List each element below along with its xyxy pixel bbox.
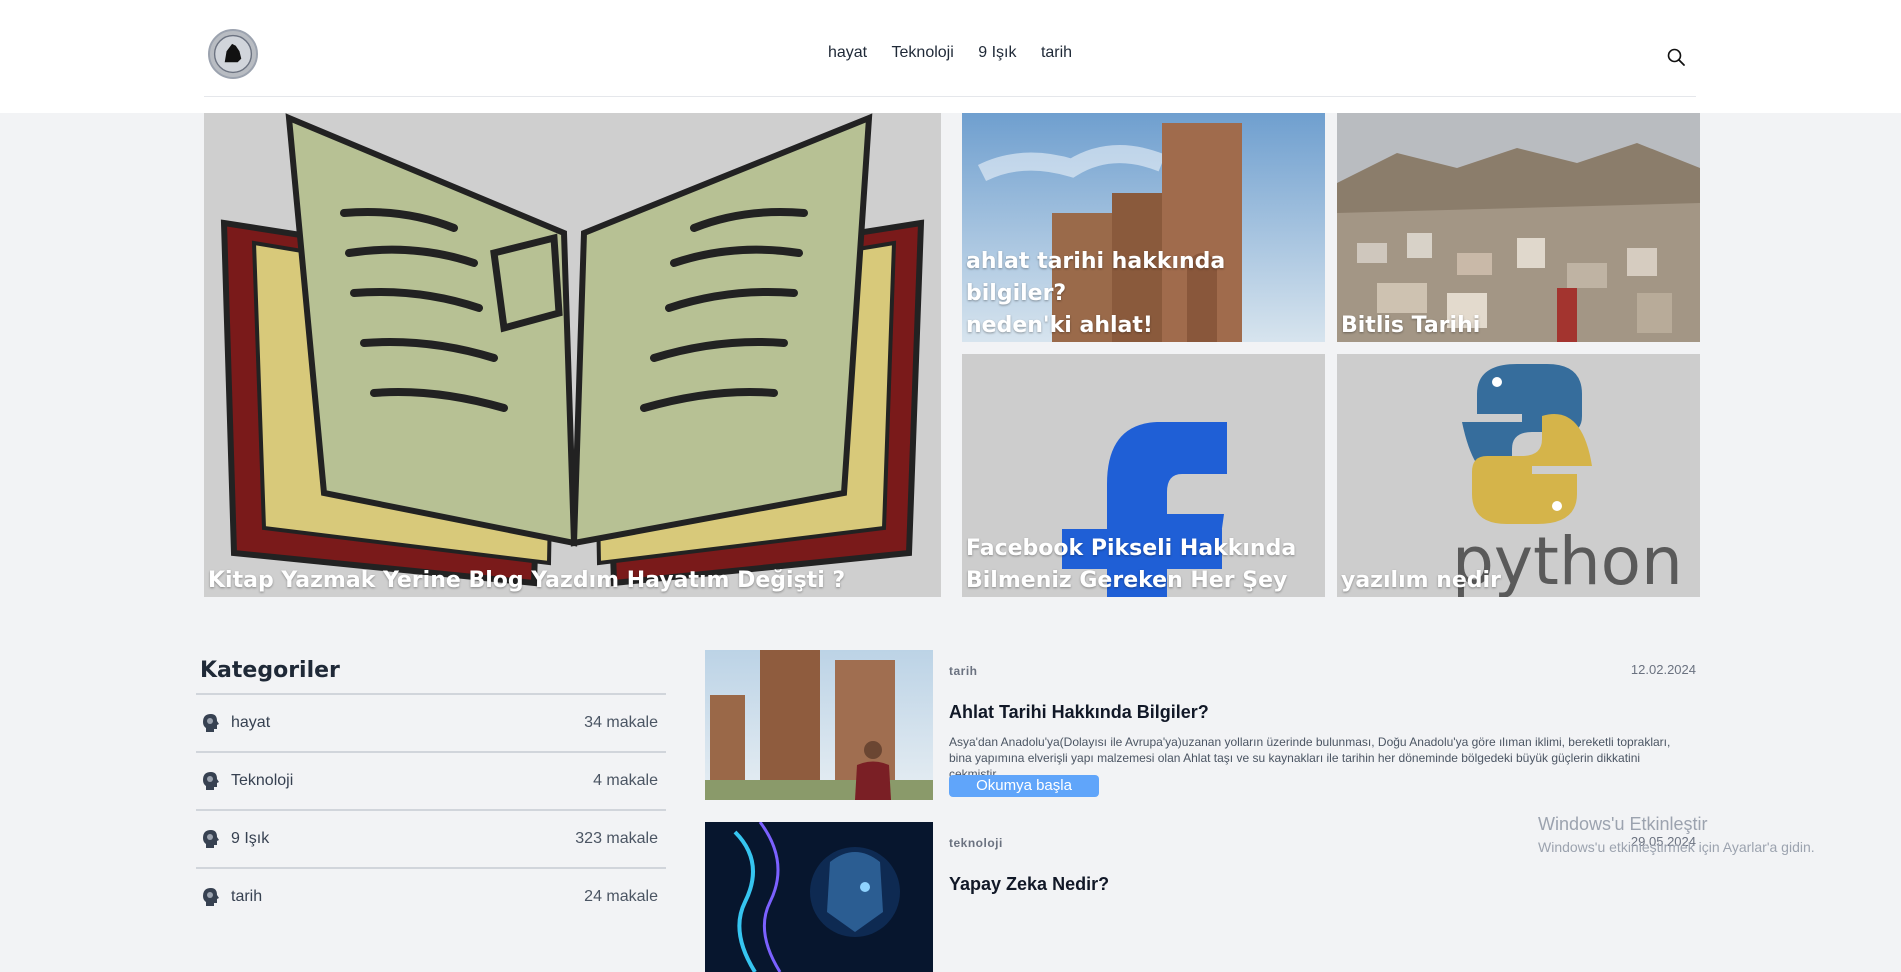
header-bar: hayat Teknoloji 9 Işık tarih <box>204 0 1696 97</box>
search-icon[interactable] <box>1666 47 1686 67</box>
book-image <box>204 113 941 597</box>
main-nav: hayat Teknoloji 9 Işık tarih <box>204 44 1696 62</box>
category-count: 34 makale <box>584 714 658 731</box>
featured-python-post[interactable]: python yazılım nedir <box>1337 354 1700 597</box>
featured-facebook-title-line1: Facebook Pikseli Hakkında <box>966 536 1297 561</box>
featured-main-title[interactable]: Kitap Yazmak Yerine Blog Yazdım Hayatım … <box>208 565 845 597</box>
category-count: 24 makale <box>584 888 658 905</box>
post-category[interactable]: tarih <box>949 664 978 678</box>
category-item-hayat[interactable]: hayat 34 makale <box>196 693 666 751</box>
featured-ahlat-title[interactable]: ahlat tarihi hakkında bilgiler? neden'ki… <box>966 246 1325 342</box>
windows-activation-watermark: Windows'u Etkinleştir Windows'u etkinleş… <box>1538 814 1815 855</box>
post-thumbnail[interactable] <box>705 822 933 972</box>
nav-link-teknoloji[interactable]: Teknoloji <box>892 44 954 61</box>
watermark-title: Windows'u Etkinleştir <box>1538 814 1708 834</box>
featured-facebook-post[interactable]: Facebook Pikseli Hakkında Bilmeniz Gerek… <box>962 354 1325 597</box>
featured-ahlat-title-line1: ahlat tarihi hakkında bilgiler? <box>966 249 1226 306</box>
post-category[interactable]: teknoloji <box>949 836 1003 850</box>
post-card: tarih 12.02.2024 Ahlat Tarihi Hakkında B… <box>705 650 1696 800</box>
post-date: 12.02.2024 <box>1630 662 1696 677</box>
site-header: hayat Teknoloji 9 Işık tarih <box>0 0 1901 113</box>
featured-facebook-title-line2: Bilmeniz Gereken Her Şey <box>966 568 1288 593</box>
nav-link-9-isik[interactable]: 9 Işık <box>978 44 1016 61</box>
post-thumbnail[interactable] <box>705 650 933 800</box>
featured-ahlat-title-line2: neden'ki ahlat! <box>966 313 1153 338</box>
category-count: 323 makale <box>575 830 658 847</box>
head-icon <box>203 830 219 848</box>
head-icon <box>203 888 219 906</box>
nav-link-tarih[interactable]: tarih <box>1041 44 1072 61</box>
categories-heading: Kategoriler <box>200 658 340 683</box>
head-icon <box>203 772 219 790</box>
head-icon <box>203 714 219 732</box>
featured-bitlis-post[interactable]: Bitlis Tarihi <box>1337 113 1700 342</box>
ai-post-image <box>705 822 933 972</box>
category-name: hayat <box>231 714 271 731</box>
category-item-tarih[interactable]: tarih 24 makale <box>196 867 666 925</box>
category-item-9-isik[interactable]: 9 Işık 323 makale <box>196 809 666 867</box>
featured-bitlis-title[interactable]: Bitlis Tarihi <box>1341 310 1480 342</box>
post-title[interactable]: Ahlat Tarihi Hakkında Bilgiler? <box>949 702 1209 723</box>
category-name: 9 Işık <box>231 830 270 847</box>
ahlat-post-image <box>705 650 933 800</box>
featured-ahlat-post[interactable]: ahlat tarihi hakkında bilgiler? neden'ki… <box>962 113 1325 342</box>
python-logo-image: python <box>1337 354 1700 597</box>
category-name: tarih <box>231 888 263 905</box>
post-title[interactable]: Yapay Zeka Nedir? <box>949 874 1109 895</box>
featured-main-post[interactable]: Kitap Yazmak Yerine Blog Yazdım Hayatım … <box>204 113 941 597</box>
categories-sidebar: Kategoriler hayat 34 makale Teknoloji 4 … <box>196 655 666 925</box>
category-item-teknoloji[interactable]: Teknoloji 4 makale <box>196 751 666 809</box>
category-name: Teknoloji <box>231 772 294 789</box>
category-count: 4 makale <box>593 772 658 789</box>
watermark-subtitle: Windows'u etkinleştirmek için Ayarlar'a … <box>1538 839 1815 855</box>
nav-link-hayat[interactable]: hayat <box>828 44 867 61</box>
featured-python-title[interactable]: yazılım nedir <box>1341 565 1501 597</box>
bitlis-city-image <box>1337 113 1700 342</box>
read-more-button[interactable]: Okumya başla <box>949 775 1099 797</box>
featured-facebook-title[interactable]: Facebook Pikseli Hakkında Bilmeniz Gerek… <box>966 533 1296 597</box>
